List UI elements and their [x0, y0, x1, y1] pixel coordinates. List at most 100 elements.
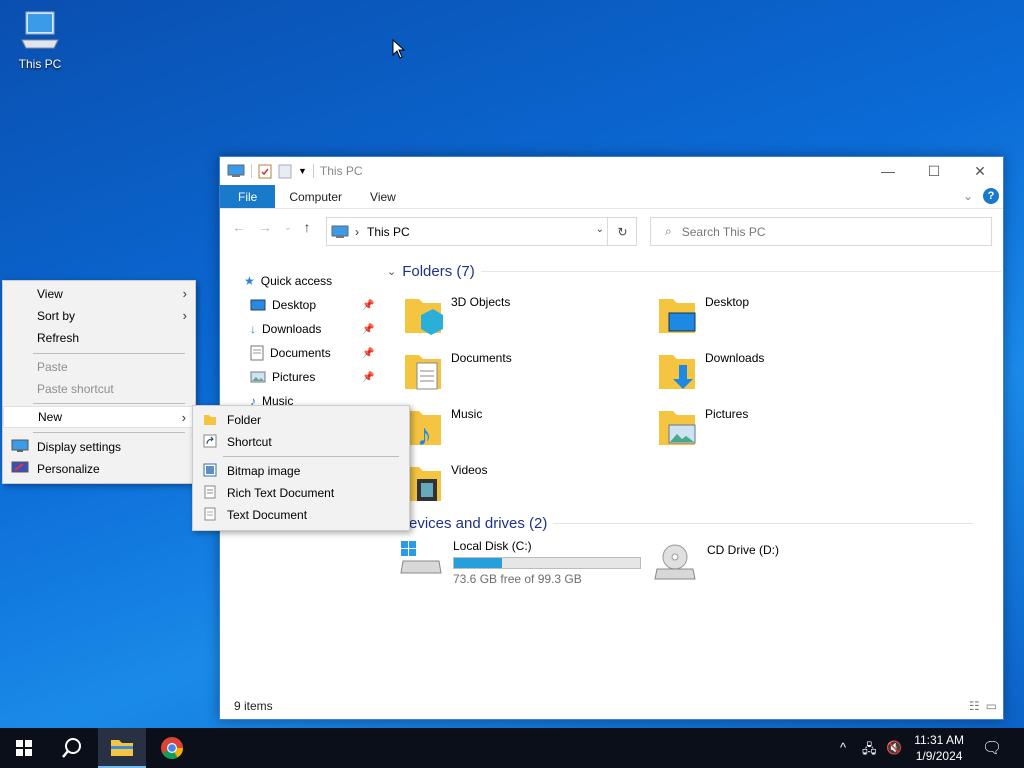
large-icons-view-icon[interactable]: ▭ [986, 699, 997, 713]
nav-item-pictures[interactable]: Pictures 📌 [250, 367, 374, 387]
disk-usage-bar [453, 557, 641, 569]
menu-item-view[interactable]: View › [3, 283, 195, 305]
back-button[interactable]: ← [232, 219, 246, 235]
tab-computer[interactable]: Computer [275, 185, 356, 208]
folder-name: Pictures [705, 407, 749, 421]
menu-item-label: Folder [227, 413, 262, 427]
help-icon[interactable]: ? [983, 188, 999, 204]
tab-file[interactable]: File [220, 185, 276, 208]
submenu-item-shortcut[interactable]: Shortcut [193, 431, 409, 453]
new-folder-icon[interactable] [278, 163, 292, 179]
submenu-item-folder[interactable]: Folder [193, 409, 409, 431]
folder-name: Documents [451, 351, 512, 365]
desktop-icon-this-pc[interactable]: This PC [12, 10, 68, 71]
folder-downloads[interactable]: Downloads [657, 349, 764, 393]
text-document-icon [204, 507, 216, 521]
pictures-folder-icon [659, 411, 696, 445]
address-dropdown-icon[interactable]: ⌄ [596, 224, 604, 235]
folder-3d-objects[interactable]: 3D Objects [403, 293, 510, 337]
submenu-item-bitmap[interactable]: Bitmap image [193, 460, 409, 482]
volume-muted-icon[interactable]: 🔇 [886, 740, 902, 756]
computer-icon [227, 164, 245, 177]
forward-button[interactable]: → [258, 219, 272, 235]
menu-item-label: View [37, 287, 63, 301]
clock[interactable]: 11:31 AM 1/9/2024 [914, 732, 964, 764]
folder-desktop[interactable]: Desktop [657, 293, 749, 337]
new-submenu: Folder Shortcut Bitmap image Rich Text D… [192, 405, 410, 531]
drive-cd-d[interactable]: CD Drive (D:) [653, 541, 779, 585]
expand-ribbon-icon[interactable]: ⌄ [963, 189, 973, 203]
taskbar-search-button[interactable] [48, 728, 96, 768]
menu-item-sort-by[interactable]: Sort by › [3, 305, 195, 327]
pictures-icon [250, 371, 266, 383]
folder-name: Videos [451, 463, 488, 477]
folder-documents[interactable]: Documents [403, 349, 512, 393]
taskbar-chrome[interactable] [148, 728, 196, 768]
menu-item-label: Bitmap image [227, 464, 301, 478]
svg-text:♪: ♪ [417, 419, 432, 449]
menu-item-label: Rich Text Document [227, 486, 335, 500]
folder-videos[interactable]: Videos [403, 461, 487, 505]
pin-icon: 📌 [362, 299, 375, 311]
recent-locations-icon[interactable]: ⌄ [284, 222, 292, 235]
menu-item-new[interactable]: New › [3, 406, 195, 428]
taskbar-file-explorer[interactable] [98, 728, 146, 768]
nav-quick-access[interactable]: ★ Quick access [244, 271, 332, 291]
menu-item-label: Shortcut [227, 435, 272, 449]
menu-item-label: Refresh [37, 331, 80, 345]
menu-item-label: New [38, 410, 63, 424]
details-view-icon[interactable]: ☷ [969, 699, 980, 713]
documents-folder-icon [405, 355, 441, 390]
minimize-button[interactable]: — [865, 157, 911, 185]
folder-name: 3D Objects [451, 295, 511, 309]
download-icon: ↓ [250, 322, 256, 336]
address-bar[interactable]: › This PC ⌄ [326, 217, 637, 246]
up-button[interactable]: ↑ [304, 219, 311, 235]
search-icon: ⌕ [665, 224, 672, 238]
nav-label: Documents [270, 346, 331, 360]
menu-item-refresh[interactable]: Refresh [3, 327, 195, 349]
folder-pictures[interactable]: Pictures [657, 405, 748, 449]
disk-usage-fill [454, 558, 503, 568]
submenu-item-text-document[interactable]: Text Document [193, 504, 409, 526]
windows-logo-icon [16, 740, 32, 756]
mouse-cursor-icon [392, 39, 406, 59]
refresh-button[interactable]: ↻ [607, 217, 637, 246]
menu-item-display-settings[interactable]: Display settings [3, 436, 195, 458]
collapse-chevron-icon: ⌄ [387, 266, 397, 278]
qat-dropdown-icon[interactable]: ▼ [298, 166, 307, 176]
folders-group-header[interactable]: ⌄ Folders (7) [387, 263, 1001, 280]
address-text: This PC [367, 224, 410, 239]
notifications-icon[interactable]: 🗨 [982, 738, 1002, 758]
nav-item-documents[interactable]: Documents 📌 [250, 343, 374, 363]
folder-music[interactable]: ♪ Music [403, 405, 482, 449]
menu-item-paste-shortcut[interactable]: Paste shortcut [3, 378, 195, 400]
drive-free-space: 73.6 GB free of 99.3 GB [453, 572, 582, 586]
menu-item-personalize[interactable]: Personalize [3, 458, 195, 480]
menu-separator [33, 403, 185, 404]
properties-icon[interactable] [258, 163, 272, 179]
show-hidden-icons-icon[interactable]: ^ [840, 740, 846, 755]
documents-icon [250, 345, 264, 361]
search-icon [62, 738, 81, 758]
nav-item-desktop[interactable]: Desktop 📌 [250, 295, 374, 315]
drives-group-header[interactable]: evices and drives (2) [409, 515, 974, 532]
submenu-item-rich-text[interactable]: Rich Text Document [193, 482, 409, 504]
menu-item-paste[interactable]: Paste [3, 356, 195, 378]
nav-item-downloads[interactable]: ↓ Downloads 📌 [250, 319, 374, 339]
drive-local-disk-c[interactable]: Local Disk (C:) 73.6 GB free of 99.3 GB [399, 539, 641, 586]
menu-item-label: Display settings [37, 440, 122, 454]
taskbar: ^ 🖧 🔇 11:31 AM 1/9/2024 🗨 [0, 728, 1024, 768]
network-icon[interactable]: 🖧 [862, 740, 877, 762]
search-box[interactable]: ⌕ Search This PC [650, 217, 992, 246]
computer-icon [331, 225, 349, 238]
desktop-folder-icon [250, 299, 266, 311]
menu-item-label: Personalize [37, 462, 100, 476]
start-button[interactable] [0, 728, 48, 768]
close-button[interactable]: ✕ [957, 157, 1003, 185]
maximize-button[interactable]: ☐ [911, 157, 957, 185]
tab-view[interactable]: View [356, 185, 410, 208]
group-header-label: Folders (7) [402, 263, 475, 280]
nav-label: Quick access [260, 274, 333, 288]
breadcrumb-chevron-icon[interactable]: › [355, 225, 359, 239]
